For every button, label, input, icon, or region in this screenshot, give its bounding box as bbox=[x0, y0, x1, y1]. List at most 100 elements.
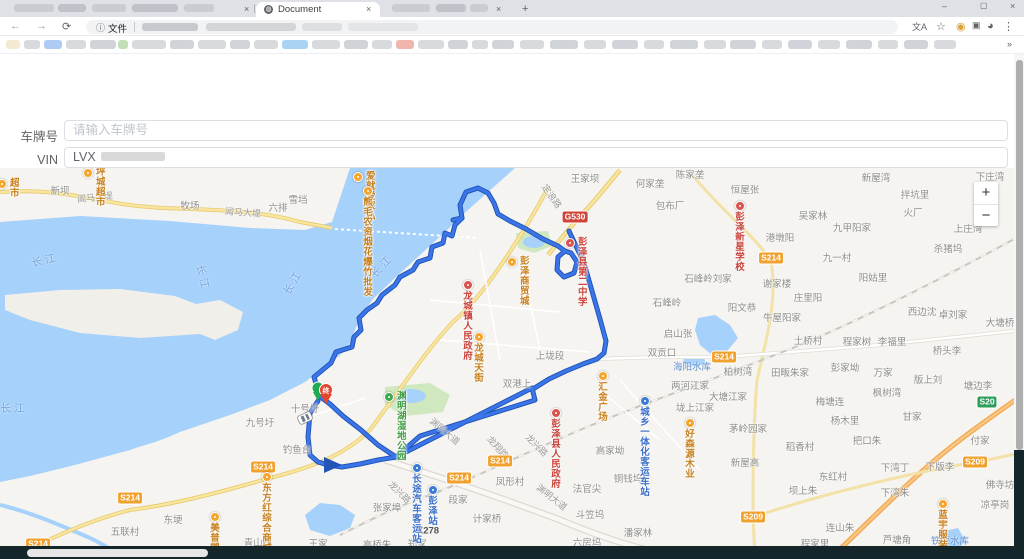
poi-label: 蓝宇服装 bbox=[938, 511, 948, 546]
railway bbox=[340, 237, 1018, 535]
redacted-blur bbox=[670, 40, 698, 49]
redacted-blur bbox=[436, 4, 466, 12]
map-canvas[interactable]: 终 新坝牧场六排雪垱王家坝何家垄陈家垄恒屋张包布厂新屋湾下庄湾拌坑里火厂吴家林九… bbox=[0, 168, 1024, 546]
zoom-in-button[interactable]: + bbox=[974, 182, 998, 204]
poi-label: 渊明湖湿地公园 bbox=[397, 392, 407, 462]
browser-tab-strip: × ◍ Document × × + – ▢ × bbox=[0, 0, 1024, 17]
transit-poi-icon bbox=[412, 463, 422, 473]
east-main-road-fill bbox=[597, 330, 1024, 359]
poi-label: 彭泽县第二中学 bbox=[578, 238, 588, 308]
tab-close-icon[interactable]: × bbox=[496, 4, 501, 14]
page-info-icon[interactable]: ⓘ bbox=[96, 21, 105, 34]
redacted-blur bbox=[118, 40, 128, 49]
tab-title: Document bbox=[278, 4, 321, 15]
browser-menu-icon[interactable]: ⋮ bbox=[1003, 20, 1014, 33]
forward-icon[interactable]: → bbox=[36, 20, 47, 32]
vertical-scrollbar-thumb[interactable] bbox=[1016, 60, 1023, 450]
redacted-blur bbox=[788, 40, 812, 49]
redacted-blur bbox=[348, 23, 418, 31]
redacted-blur bbox=[818, 40, 840, 49]
zoom-out-button[interactable]: − bbox=[974, 204, 998, 226]
redacted-blur bbox=[6, 40, 20, 49]
horizontal-scrollbar-thumb[interactable] bbox=[27, 549, 208, 557]
end-marker: 终 bbox=[320, 384, 333, 405]
profile-avatar-icon[interactable]: ◕ bbox=[987, 20, 994, 32]
redacted-blur bbox=[470, 4, 488, 12]
redacted-blur bbox=[704, 40, 726, 49]
browser-toolbar: ← → ⟳ ⓘ 文件 文A ☆ ◉ ▣ ◕ ⋮ bbox=[0, 17, 1024, 36]
bookmarks-bar: » bbox=[0, 36, 1024, 54]
url-scheme-label: 文件 bbox=[108, 21, 127, 35]
redacted-blur bbox=[14, 4, 54, 12]
vin-value: LVX bbox=[73, 150, 96, 164]
window-minimize-button[interactable]: – bbox=[942, 1, 947, 11]
shop-poi-icon bbox=[938, 499, 948, 509]
redacted-blur bbox=[392, 4, 430, 12]
redacted-blur bbox=[612, 40, 638, 49]
redacted-blur bbox=[44, 40, 62, 49]
gov-poi-icon bbox=[735, 201, 745, 211]
s209-road bbox=[753, 452, 1024, 517]
translate-icon[interactable]: 文A bbox=[912, 20, 927, 33]
redacted-blur bbox=[644, 40, 664, 49]
vertical-scrollbar[interactable] bbox=[1014, 54, 1024, 559]
gov-poi-icon bbox=[565, 238, 575, 248]
gov-poi-icon bbox=[463, 280, 473, 290]
redacted-blur bbox=[142, 23, 198, 31]
redacted-blur bbox=[24, 40, 40, 49]
redacted-blur bbox=[282, 40, 308, 49]
reload-icon[interactable]: ⟳ bbox=[62, 20, 71, 33]
window-close-button[interactable]: × bbox=[1010, 1, 1015, 11]
bookmarks-overflow-icon[interactable]: » bbox=[1007, 39, 1012, 49]
route-direction-arrow bbox=[324, 457, 342, 473]
redacted-blur bbox=[418, 40, 444, 49]
park-poi-icon bbox=[384, 392, 394, 402]
redacted-blur bbox=[934, 40, 956, 49]
redacted-blur bbox=[472, 40, 488, 49]
transit-poi-icon bbox=[428, 485, 438, 495]
tab-close-icon[interactable]: × bbox=[366, 4, 371, 14]
address-bar[interactable]: ⓘ 文件 bbox=[86, 20, 898, 34]
redacted-blur bbox=[846, 40, 872, 49]
poi-label: 超市 bbox=[10, 179, 20, 199]
redacted-blur bbox=[92, 4, 126, 12]
redacted-blur bbox=[762, 40, 782, 49]
redacted-blur bbox=[184, 4, 214, 12]
shop-poi-icon bbox=[474, 332, 484, 342]
new-tab-button[interactable]: + bbox=[522, 3, 528, 15]
poi-label: 城乡一体化 客运车站 bbox=[640, 408, 650, 498]
bottom-scroll-track bbox=[0, 546, 1024, 559]
redacted-blur bbox=[448, 40, 468, 49]
redacted-blur bbox=[206, 23, 296, 31]
tab-close-icon[interactable]: × bbox=[244, 4, 249, 14]
redacted-blur bbox=[312, 40, 340, 49]
bookmark-star-icon[interactable]: ☆ bbox=[936, 20, 946, 33]
plate-label: 车牌号 bbox=[0, 126, 58, 145]
map-graphics: 终 bbox=[0, 168, 1024, 546]
redacted-blur bbox=[132, 40, 166, 49]
redacted-blur bbox=[372, 40, 392, 49]
shop-poi-icon bbox=[83, 168, 93, 178]
redacted-blur bbox=[550, 40, 578, 49]
extensions-puzzle-icon[interactable]: ▣ bbox=[972, 20, 981, 31]
globe-favicon: ◍ bbox=[264, 5, 273, 14]
plate-input[interactable]: 请输入车牌号 bbox=[64, 120, 1008, 141]
vin-input[interactable]: LVX bbox=[64, 147, 1008, 168]
back-icon[interactable]: ← bbox=[10, 20, 21, 32]
shop-poi-icon bbox=[262, 472, 272, 482]
shop-poi-icon bbox=[210, 512, 220, 522]
extension-colored-icon[interactable]: ◉ bbox=[956, 20, 966, 33]
redacted-blur bbox=[254, 40, 278, 49]
map-zoom-control: + − bbox=[974, 182, 998, 226]
tab-document[interactable]: ◍ Document × bbox=[256, 2, 380, 17]
redacted-blur bbox=[520, 40, 544, 49]
shop-poi-icon bbox=[598, 371, 608, 381]
poi-label: 坪城超市 bbox=[96, 168, 106, 208]
redacted-blur bbox=[344, 40, 368, 49]
poi-label: 美普塑钢门窗 bbox=[210, 524, 220, 546]
redacted-blur bbox=[730, 40, 756, 49]
redacted-blur bbox=[132, 4, 178, 12]
window-maximize-button[interactable]: ▢ bbox=[980, 1, 988, 10]
transit-poi-icon bbox=[640, 396, 650, 406]
redacted-blur bbox=[58, 4, 86, 12]
